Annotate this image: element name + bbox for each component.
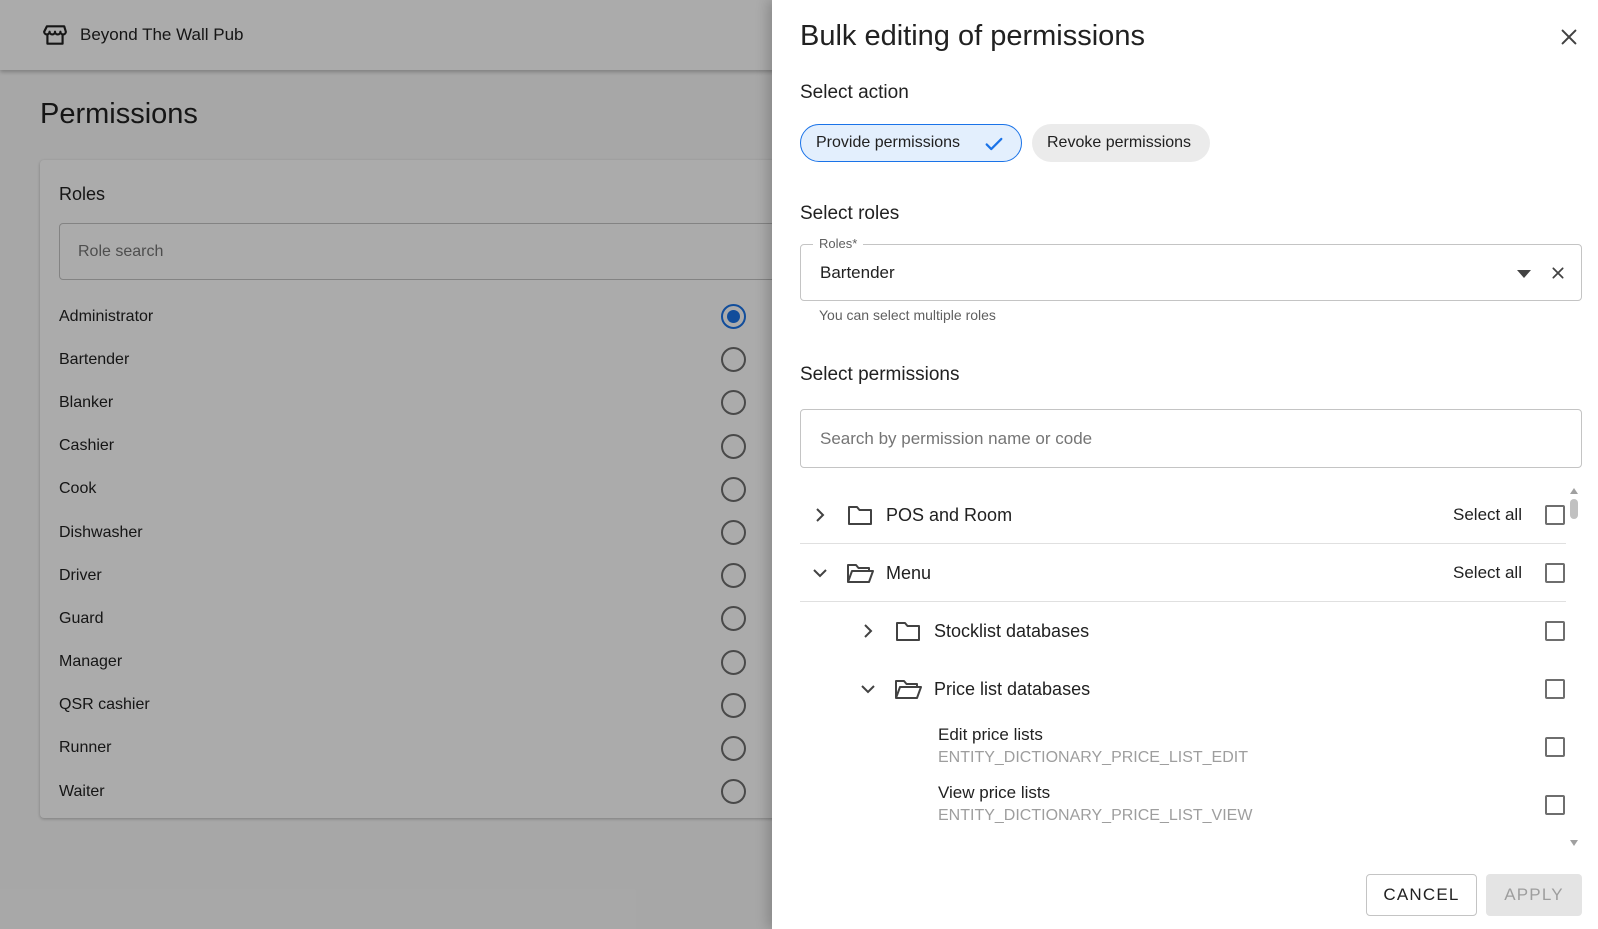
- cancel-button[interactable]: CANCEL: [1366, 874, 1477, 916]
- close-icon: [1561, 29, 1577, 45]
- folder-icon: [894, 619, 922, 643]
- tree-node-label: Price list databases: [934, 679, 1091, 699]
- clear-icon[interactable]: [1547, 262, 1569, 284]
- select-all-label: Select all: [1453, 563, 1522, 582]
- scroll-thumb[interactable]: [1570, 499, 1578, 519]
- permission-search-field: [800, 409, 1582, 468]
- chip-label: Provide permissions: [816, 134, 961, 151]
- permission-name: Edit price lists: [938, 725, 1043, 744]
- permission-checkbox[interactable]: [1545, 737, 1565, 757]
- scroll-down-arrow[interactable]: [1570, 840, 1578, 846]
- permission-edit-price-lists[interactable]: Edit price lists ENTITY_DICTIONARY_PRICE…: [800, 718, 1566, 776]
- dialog-title: Bulk editing of permissions: [800, 20, 1145, 52]
- chevron-down-icon[interactable]: [809, 562, 831, 584]
- apply-button[interactable]: APPLY: [1486, 874, 1582, 916]
- roles-helper-text: You can select multiple roles: [819, 307, 996, 323]
- chevron-right-icon[interactable]: [809, 504, 831, 526]
- folder-open-icon: [846, 561, 874, 585]
- select-all-checkbox[interactable]: [1545, 505, 1565, 525]
- roles-value: Bartender: [820, 263, 895, 282]
- revoke-permissions-chip[interactable]: Revoke permissions: [1032, 124, 1210, 162]
- arrow-drop-down-icon[interactable]: [1514, 264, 1534, 284]
- permission-code: ENTITY_DICTIONARY_PRICE_LIST_VIEW: [938, 807, 1253, 824]
- tree-node-label: POS and Room: [886, 505, 1013, 525]
- select-all-checkbox[interactable]: [1545, 563, 1565, 583]
- tree-node-menu[interactable]: Menu Select all: [800, 544, 1566, 602]
- close-button[interactable]: [1556, 24, 1582, 50]
- roles-field-label: Roles*: [813, 236, 864, 251]
- permission-view-price-lists[interactable]: View price lists ENTITY_DICTIONARY_PRICE…: [800, 776, 1566, 834]
- permission-name: View price lists: [938, 783, 1051, 802]
- chevron-down-icon[interactable]: [857, 678, 879, 700]
- tree-node-stocklist-databases[interactable]: Stocklist databases: [800, 602, 1566, 660]
- scroll-up-arrow[interactable]: [1570, 488, 1578, 494]
- permission-code: ENTITY_DICTIONARY_PRICE_LIST_EDIT: [938, 749, 1248, 766]
- permission-tree-scrollbar[interactable]: [1566, 486, 1582, 848]
- tree-node-label: Menu: [886, 563, 932, 583]
- tree-node-price-list-databases[interactable]: Price list databases: [800, 660, 1566, 718]
- permission-search-input[interactable]: [801, 410, 1581, 467]
- provide-permissions-chip[interactable]: Provide permissions: [800, 124, 1022, 162]
- node-checkbox[interactable]: [1545, 679, 1565, 699]
- check-icon: [983, 133, 1005, 160]
- roles-select[interactable]: Roles* Bartender: [800, 236, 1582, 301]
- permission-checkbox[interactable]: [1545, 795, 1565, 815]
- folder-icon: [846, 503, 874, 527]
- folder-open-icon: [894, 677, 922, 701]
- chip-label: Revoke permissions: [1047, 134, 1192, 151]
- chevron-right-icon[interactable]: [857, 620, 879, 642]
- tree-node-pos-and-room[interactable]: POS and Room Select all: [800, 486, 1566, 544]
- select-roles-label: Select roles: [800, 203, 900, 224]
- bulk-edit-dialog: Bulk editing of permissions Select actio…: [772, 0, 1598, 929]
- node-checkbox[interactable]: [1545, 621, 1565, 641]
- select-all-label: Select all: [1453, 505, 1522, 524]
- permission-tree: POS and Room Select all Menu Select all: [800, 486, 1566, 848]
- select-action-label: Select action: [800, 82, 909, 103]
- select-permissions-label: Select permissions: [800, 364, 960, 385]
- tree-node-label: Stocklist databases: [934, 621, 1090, 641]
